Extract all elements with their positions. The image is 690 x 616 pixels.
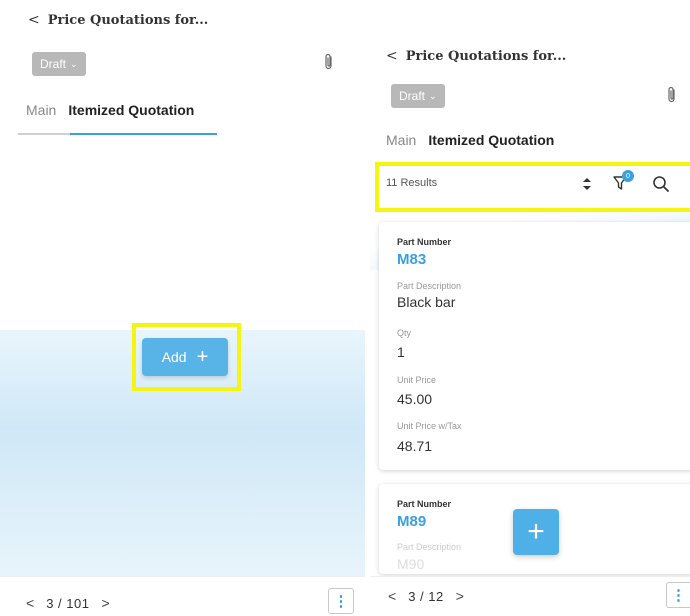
plus-icon: + xyxy=(527,515,545,548)
quotation-item-card[interactable]: Part Number M83 Part Description Black b… xyxy=(379,222,690,470)
page-title: Price Quotations for... xyxy=(405,48,567,64)
unit-price-tax-label: Unit Price w/Tax xyxy=(397,421,462,431)
previous-icon[interactable]: < xyxy=(26,595,34,611)
more-vertical-icon: ⋮ xyxy=(333,593,349,610)
pager-text: 3 / 101 xyxy=(46,595,90,611)
highlight-box xyxy=(132,323,241,391)
screenshot-root: < Price Quotations for... Draft ⌄ Main I… xyxy=(0,0,690,616)
status-label: Draft xyxy=(399,89,426,103)
part-description-value: Black bar xyxy=(397,294,456,310)
more-options-button[interactable]: ⋮ xyxy=(328,588,354,614)
page-title: Price Quotations for... xyxy=(47,12,209,28)
pager: < 3 / 101 > xyxy=(26,595,110,611)
pager: < 3 / 12 > xyxy=(388,588,464,604)
status-dropdown[interactable]: Draft ⌄ xyxy=(391,84,445,108)
part-number-value[interactable]: M89 xyxy=(397,513,426,530)
pager-text: 3 / 12 xyxy=(408,588,444,604)
tab-underline xyxy=(18,133,70,135)
chevron-down-icon: ⌄ xyxy=(70,58,78,69)
highlight-box xyxy=(375,162,690,212)
add-fab-button[interactable]: + xyxy=(513,509,559,555)
qty-label: Qty xyxy=(397,328,412,338)
paperclip-icon[interactable] xyxy=(322,53,336,71)
part-description-label: Part Description xyxy=(397,281,462,291)
part-description-value: M90 xyxy=(397,556,425,572)
status-label: Draft xyxy=(40,57,67,71)
chevron-down-icon: ⌄ xyxy=(429,90,437,101)
unit-price-value: 45.00 xyxy=(397,391,433,407)
tab-active-indicator xyxy=(70,133,217,135)
tab-itemized-quotation[interactable]: Itemized Quotation xyxy=(68,102,194,128)
unit-price-label: Unit Price xyxy=(397,375,437,385)
part-description-label: Part Description xyxy=(397,542,462,552)
tab-bar: Main Itemized Quotation xyxy=(26,102,194,128)
previous-icon[interactable]: < xyxy=(388,588,396,604)
left-screen: < Price Quotations for... Draft ⌄ Main I… xyxy=(0,0,365,616)
header: < Price Quotations for... xyxy=(386,48,566,64)
next-icon[interactable]: > xyxy=(456,588,464,604)
right-screen: < Price Quotations for... Draft ⌄ Main I… xyxy=(370,0,690,616)
back-icon[interactable]: < xyxy=(28,12,40,28)
tab-main[interactable]: Main xyxy=(26,102,56,128)
next-icon[interactable]: > xyxy=(101,595,109,611)
tab-itemized-quotation[interactable]: Itemized Quotation xyxy=(428,132,554,158)
part-number-label: Part Number xyxy=(397,499,452,509)
part-number-value[interactable]: M83 xyxy=(397,251,426,268)
tab-main[interactable]: Main xyxy=(386,132,416,158)
more-vertical-icon: ⋮ xyxy=(671,587,686,604)
paperclip-icon[interactable] xyxy=(665,86,679,104)
status-dropdown[interactable]: Draft ⌄ xyxy=(32,52,86,76)
header: < Price Quotations for... xyxy=(28,12,208,28)
more-options-button[interactable]: ⋮ xyxy=(666,582,690,608)
part-number-label: Part Number xyxy=(397,237,452,247)
unit-price-tax-value: 48.71 xyxy=(397,438,433,454)
qty-value: 1 xyxy=(397,344,405,360)
back-icon[interactable]: < xyxy=(386,48,398,64)
tab-bar: Main Itemized Quotation xyxy=(386,132,554,158)
